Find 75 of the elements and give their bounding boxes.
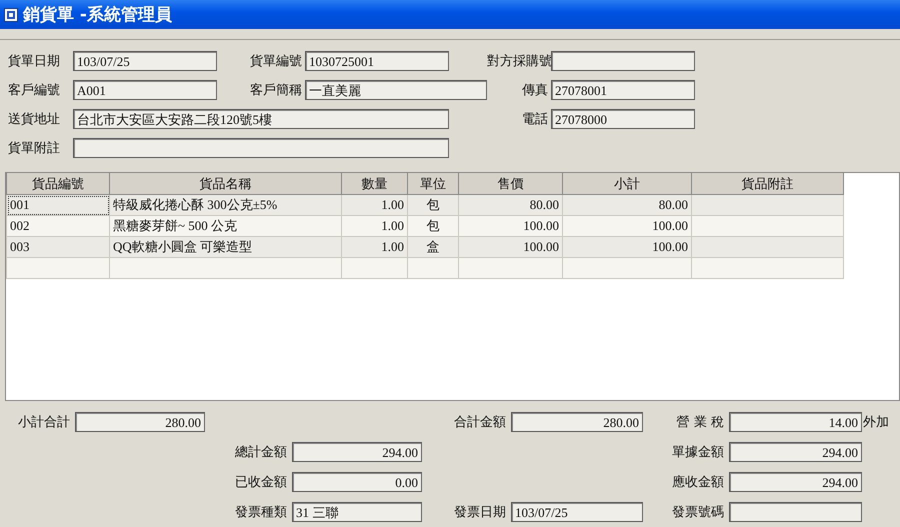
field-label: 送貨地址 bbox=[8, 110, 61, 128]
column-header[interactable]: 單位 bbox=[408, 173, 458, 194]
table-cell[interactable] bbox=[692, 236, 844, 258]
field-label: 客戶簡稱 bbox=[249, 82, 302, 98]
field-label: 小計合計 bbox=[17, 414, 70, 431]
window-icon[interactable] bbox=[4, 8, 18, 22]
column-header[interactable]: 貨品編號 bbox=[6, 173, 110, 194]
table-cell[interactable] bbox=[6, 258, 110, 278]
field-label: 貨單日期 bbox=[8, 52, 61, 70]
table-cell[interactable] bbox=[110, 258, 342, 278]
table-cell[interactable]: 盒 bbox=[408, 236, 458, 258]
table-cell[interactable]: 100.00 bbox=[562, 236, 692, 258]
column-header[interactable]: 數量 bbox=[342, 173, 408, 194]
table-cell[interactable]: 黑糖麥芽餅~ 500 公克 bbox=[110, 216, 342, 236]
input-field[interactable]: 294.00 bbox=[729, 442, 862, 462]
column-header[interactable]: 貨品名稱 bbox=[110, 173, 342, 194]
table-cell[interactable]: 100.00 bbox=[458, 216, 562, 236]
input-field[interactable]: 31 三聯 bbox=[292, 502, 422, 522]
field-label: 發票號碼 bbox=[671, 504, 724, 521]
field-label: 貨單編號 bbox=[249, 52, 302, 70]
field-label: 客戶編號 bbox=[8, 82, 61, 98]
field-label: 發票種類 bbox=[234, 504, 287, 521]
table-cell[interactable]: 002 bbox=[6, 216, 110, 236]
input-field[interactable]: 台北市大安區大安路二段120號5樓 bbox=[73, 108, 449, 128]
table-cell[interactable]: QQ軟糖小圓盒 可樂造型 bbox=[110, 236, 342, 258]
table-cell[interactable]: 003 bbox=[6, 236, 110, 258]
field-label: 合計金額 bbox=[453, 414, 506, 431]
table-cell[interactable] bbox=[692, 216, 844, 236]
input-field[interactable] bbox=[73, 138, 449, 158]
table-cell[interactable]: 1.00 bbox=[342, 194, 408, 216]
table-cell[interactable]: 包 bbox=[408, 216, 458, 236]
input-field[interactable]: 280.00 bbox=[75, 412, 205, 432]
field-label: 傳真 bbox=[521, 82, 548, 98]
table-cell[interactable] bbox=[408, 258, 458, 278]
input-field[interactable]: 280.00 bbox=[511, 412, 643, 432]
field-label: 總計金額 bbox=[234, 444, 287, 461]
field-label: 電話 bbox=[521, 110, 548, 128]
input-field[interactable]: A001 bbox=[73, 80, 217, 100]
table-cell[interactable] bbox=[692, 258, 844, 278]
input-field[interactable]: 27078001 bbox=[551, 80, 695, 100]
field-label: 已收金額 bbox=[234, 474, 287, 491]
table-cell[interactable]: 100.00 bbox=[458, 236, 562, 258]
field-label: 應收金額 bbox=[671, 474, 724, 491]
input-field[interactable]: 294.00 bbox=[729, 472, 862, 492]
table-cell[interactable]: 80.00 bbox=[458, 194, 562, 216]
table-cell[interactable] bbox=[692, 194, 844, 216]
field-label: 營 業 稅 bbox=[676, 414, 724, 431]
table-cell[interactable]: 包 bbox=[408, 194, 458, 216]
input-field[interactable]: 0.00 bbox=[292, 472, 422, 492]
table-cell[interactable]: 80.00 bbox=[562, 194, 692, 216]
column-header[interactable]: 小計 bbox=[562, 173, 692, 194]
input-field[interactable]: 1030725001 bbox=[305, 50, 449, 70]
field-label: 單據金額 bbox=[671, 444, 724, 461]
table-cell[interactable]: 特級威化捲心酥 300公克±5% bbox=[110, 194, 342, 216]
window-title: 銷貨單 -系統管理員 bbox=[23, 4, 172, 26]
field-label: 貨單附註 bbox=[8, 140, 61, 156]
table-cell[interactable]: 1.00 bbox=[342, 216, 408, 236]
column-header[interactable]: 售價 bbox=[458, 173, 562, 194]
table-cell[interactable]: 100.00 bbox=[562, 216, 692, 236]
input-field[interactable]: 103/07/25 bbox=[511, 502, 643, 522]
suffix-label: 外加 bbox=[862, 414, 890, 431]
input-field[interactable] bbox=[729, 502, 862, 522]
table-cell[interactable]: 1.00 bbox=[342, 236, 408, 258]
table-cell[interactable] bbox=[562, 258, 692, 278]
table-cell[interactable] bbox=[458, 258, 562, 278]
input-field[interactable]: 一直美麗 bbox=[305, 80, 487, 100]
table-cell[interactable]: 001 bbox=[6, 194, 110, 216]
input-field[interactable] bbox=[551, 50, 695, 70]
input-field[interactable]: 27078000 bbox=[551, 108, 695, 128]
field-label: 發票日期 bbox=[453, 504, 506, 521]
table-cell[interactable] bbox=[342, 258, 408, 278]
input-field[interactable]: 294.00 bbox=[292, 442, 422, 462]
input-field[interactable]: 14.00 bbox=[729, 412, 862, 432]
input-field[interactable]: 103/07/25 bbox=[73, 50, 217, 70]
column-header[interactable]: 貨品附註 bbox=[692, 173, 844, 194]
